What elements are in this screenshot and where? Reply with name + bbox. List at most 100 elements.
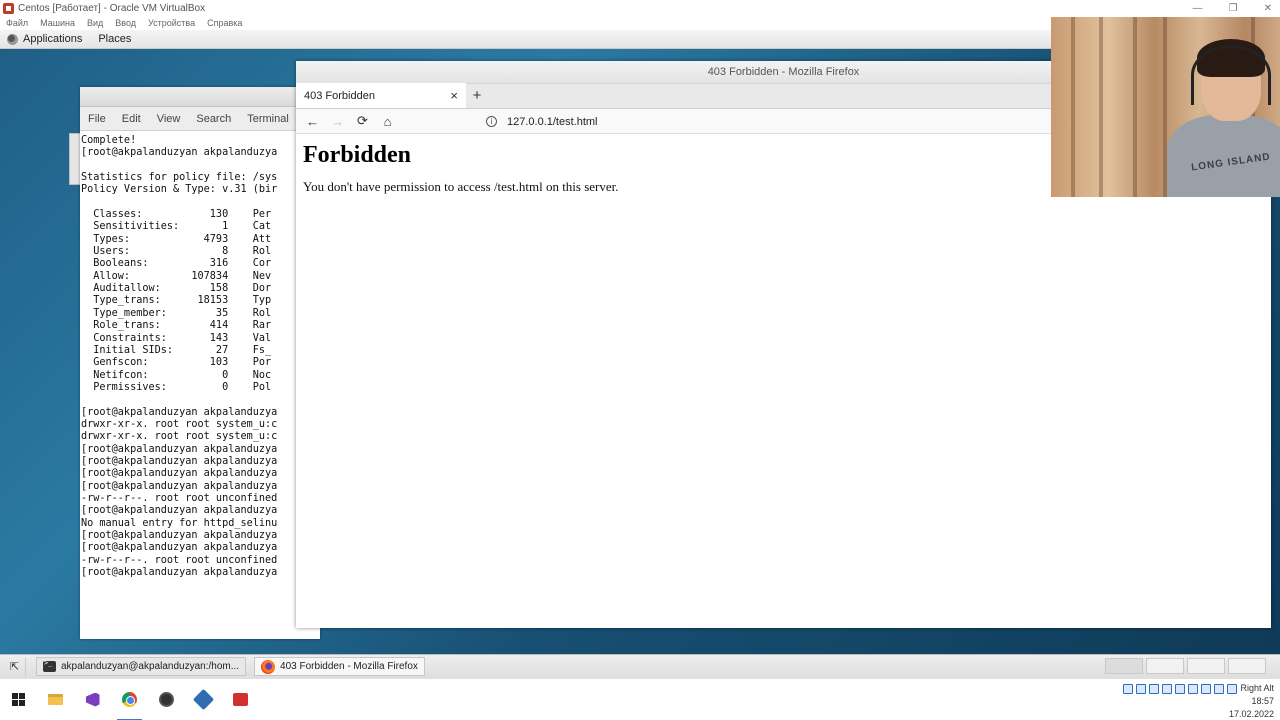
terminal-menu-view[interactable]: View bbox=[157, 113, 181, 125]
start-button[interactable] bbox=[0, 679, 37, 720]
reload-icon[interactable]: ⟳ bbox=[350, 109, 375, 134]
task-firefox-label: 403 Forbidden - Mozilla Firefox bbox=[280, 661, 418, 672]
places-menu[interactable]: Places bbox=[98, 33, 131, 45]
vbox-menu-machine[interactable]: Машина bbox=[40, 18, 75, 28]
back-arrow-icon[interactable]: ← bbox=[300, 109, 325, 134]
new-tab-icon[interactable]: + bbox=[466, 83, 488, 108]
applications-label: Applications bbox=[23, 33, 83, 45]
clock-time[interactable]: 18:57 bbox=[1123, 695, 1274, 708]
file-explorer-button[interactable] bbox=[37, 679, 74, 720]
terminal-line: drwxr-xr-x. root root system_u:c bbox=[81, 418, 278, 430]
windows-taskbar: Right Alt 18:57 17.02.2022 bbox=[0, 678, 1280, 720]
headset-icon bbox=[1191, 45, 1271, 105]
terminal-line: Permissives: 0 Pol bbox=[81, 381, 272, 393]
site-info-icon[interactable]: i bbox=[486, 116, 497, 127]
clock-date[interactable]: 17.02.2022 bbox=[1123, 708, 1274, 720]
terminal-line: Users: 8 Rol bbox=[81, 246, 272, 258]
firefox-window-title: 403 Forbidden - Mozilla Firefox bbox=[707, 66, 860, 78]
terminal-line: Allow: 107834 Nev bbox=[81, 270, 272, 282]
gnome-bottom-panel: ⇱ akpalanduzyan@akpalanduzyan:/hom... 40… bbox=[0, 654, 1280, 678]
terminal-menu-file[interactable]: File bbox=[88, 113, 106, 125]
home-icon[interactable]: ⌂ bbox=[375, 109, 400, 134]
terminal-output[interactable]: Complete! [root@akpalanduzyan akpalanduzy… bbox=[80, 131, 320, 637]
optical-status-icon bbox=[1136, 683, 1147, 694]
workspace-3[interactable] bbox=[1187, 658, 1225, 674]
terminal-line: [root@akpalanduzyan akpalanduzya bbox=[81, 147, 278, 159]
hdd-status-icon bbox=[1123, 683, 1134, 694]
vbox-window-title: Centos [Работает] - Oracle VM VirtualBox bbox=[18, 2, 206, 14]
terminal-title-bar[interactable] bbox=[80, 87, 320, 107]
chrome-button[interactable] bbox=[111, 679, 148, 720]
workspace-2[interactable] bbox=[1146, 658, 1184, 674]
vbox-menu-view[interactable]: Вид bbox=[87, 18, 103, 28]
terminal-line: [root@akpalanduzyan akpalanduzya bbox=[81, 455, 278, 467]
vbox-menu-file[interactable]: Файл bbox=[6, 18, 28, 28]
terminal-line: Type_member: 35 Rol bbox=[81, 307, 272, 319]
terminal-line: Type_trans: 18153 Typ bbox=[81, 295, 272, 307]
url-text: 127.0.0.1/test.html bbox=[507, 115, 598, 128]
vbox-menu-devices[interactable]: Устройства bbox=[148, 18, 195, 28]
mouse-integration-icon bbox=[1227, 683, 1238, 694]
applications-menu[interactable]: Applications bbox=[0, 33, 82, 45]
terminal-icon bbox=[43, 659, 56, 672]
terminal-line: [root@akpalanduzyan akpalanduzya bbox=[81, 567, 278, 579]
visual-studio-button[interactable] bbox=[74, 679, 111, 720]
restore-icon[interactable]: ❐ bbox=[1229, 3, 1238, 14]
host-key-label: Right Alt bbox=[1240, 683, 1274, 693]
firefox-icon bbox=[261, 659, 276, 674]
minimize-icon[interactable]: — bbox=[1193, 3, 1203, 14]
virtualbox-icon bbox=[3, 2, 14, 14]
terminal-menu-terminal[interactable]: Terminal bbox=[247, 113, 289, 125]
terminal-line: drwxr-xr-x. root root system_u:c bbox=[81, 431, 278, 443]
forward-arrow-icon[interactable]: → bbox=[325, 109, 350, 134]
display-status-icon bbox=[1201, 683, 1212, 694]
terminal-menu-edit[interactable]: Edit bbox=[122, 113, 141, 125]
terminal-line: Policy Version & Type: v.31 (bir bbox=[81, 184, 278, 196]
terminal-line: Classes: 130 Per bbox=[81, 209, 272, 221]
terminal-line: Sensitivities: 1 Cat bbox=[81, 221, 272, 233]
terminal-line: Constraints: 143 Val bbox=[81, 332, 272, 344]
window-controls: — ❐ ✕ bbox=[1193, 0, 1272, 16]
workspace-4[interactable] bbox=[1228, 658, 1266, 674]
folder-icon bbox=[48, 694, 63, 705]
terminal-line: [root@akpalanduzyan akpalanduzya bbox=[81, 542, 278, 554]
tab-title: 403 Forbidden bbox=[304, 89, 375, 102]
terminal-line: Genfscon: 103 Por bbox=[81, 357, 272, 369]
terminal-line: [root@akpalanduzyan akpalanduzya bbox=[81, 505, 278, 517]
chrome-icon bbox=[122, 692, 137, 707]
terminal-line: -rw-r--r--. root root unconfined bbox=[81, 554, 278, 566]
terminal-line: Role_trans: 414 Rar bbox=[81, 320, 272, 332]
audio-status-icon bbox=[1149, 683, 1160, 694]
terminal-line: [root@akpalanduzyan akpalanduzya bbox=[81, 406, 278, 418]
system-tray: Right Alt 18:57 17.02.2022 bbox=[1123, 682, 1274, 720]
terminal-line: Netifcon: 0 Noc bbox=[81, 369, 272, 381]
virtualbox-button[interactable] bbox=[185, 679, 222, 720]
task-terminal[interactable]: akpalanduzyan@akpalanduzyan:/hom... bbox=[36, 657, 247, 676]
workspace-pager bbox=[1105, 658, 1266, 674]
vbox-menu-help[interactable]: Справка bbox=[207, 18, 242, 28]
terminal-line: Booleans: 316 Cor bbox=[81, 258, 272, 270]
show-desktop-icon[interactable]: ⇱ bbox=[4, 657, 26, 676]
tab-403-forbidden[interactable]: 403 Forbidden × bbox=[296, 83, 466, 108]
webcam-overlay: LONG ISLAND bbox=[1051, 17, 1280, 197]
terminal-window[interactable]: File Edit View Search Terminal He Comple… bbox=[80, 87, 320, 639]
virtualbox-taskbar-icon bbox=[192, 688, 215, 711]
task-terminal-label: akpalanduzyan@akpalanduzyan:/hom... bbox=[61, 661, 240, 672]
red-app-icon bbox=[233, 693, 248, 706]
tab-close-icon[interactable]: × bbox=[450, 88, 458, 103]
red-app-button[interactable] bbox=[222, 679, 259, 720]
terminal-line: -rw-r--r--. root root unconfined bbox=[81, 492, 278, 504]
terminal-line: [root@akpalanduzyan akpalanduzya bbox=[81, 480, 278, 492]
task-firefox[interactable]: 403 Forbidden - Mozilla Firefox bbox=[254, 657, 425, 676]
workspace-1[interactable] bbox=[1105, 658, 1143, 674]
terminal-line: Complete! bbox=[81, 135, 137, 146]
close-icon[interactable]: ✕ bbox=[1264, 3, 1272, 14]
obs-icon bbox=[159, 692, 174, 707]
terminal-menu-search[interactable]: Search bbox=[196, 113, 231, 125]
obs-button[interactable] bbox=[148, 679, 185, 720]
terminal-line: Auditallow: 158 Dor bbox=[81, 283, 272, 295]
vbox-menu-input[interactable]: Ввод bbox=[115, 18, 136, 28]
terminal-line: [root@akpalanduzyan akpalanduzya bbox=[81, 530, 278, 541]
url-bar[interactable]: i 127.0.0.1/test.html bbox=[480, 111, 1050, 132]
